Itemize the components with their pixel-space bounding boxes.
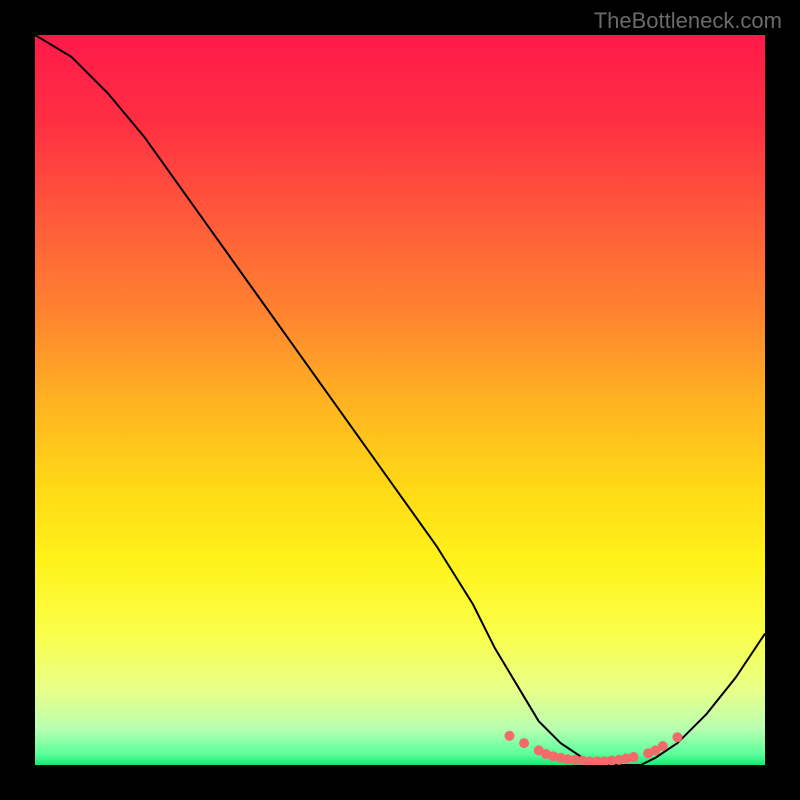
- marker-dot: [672, 732, 682, 742]
- watermark-text: TheBottleneck.com: [594, 8, 782, 34]
- plot-area: [35, 35, 765, 765]
- marker-dot: [519, 738, 529, 748]
- marker-dot: [505, 731, 515, 741]
- marker-dot: [629, 752, 639, 762]
- marker-dot: [658, 741, 668, 751]
- chart-svg: [35, 35, 765, 765]
- gradient-background: [35, 35, 765, 765]
